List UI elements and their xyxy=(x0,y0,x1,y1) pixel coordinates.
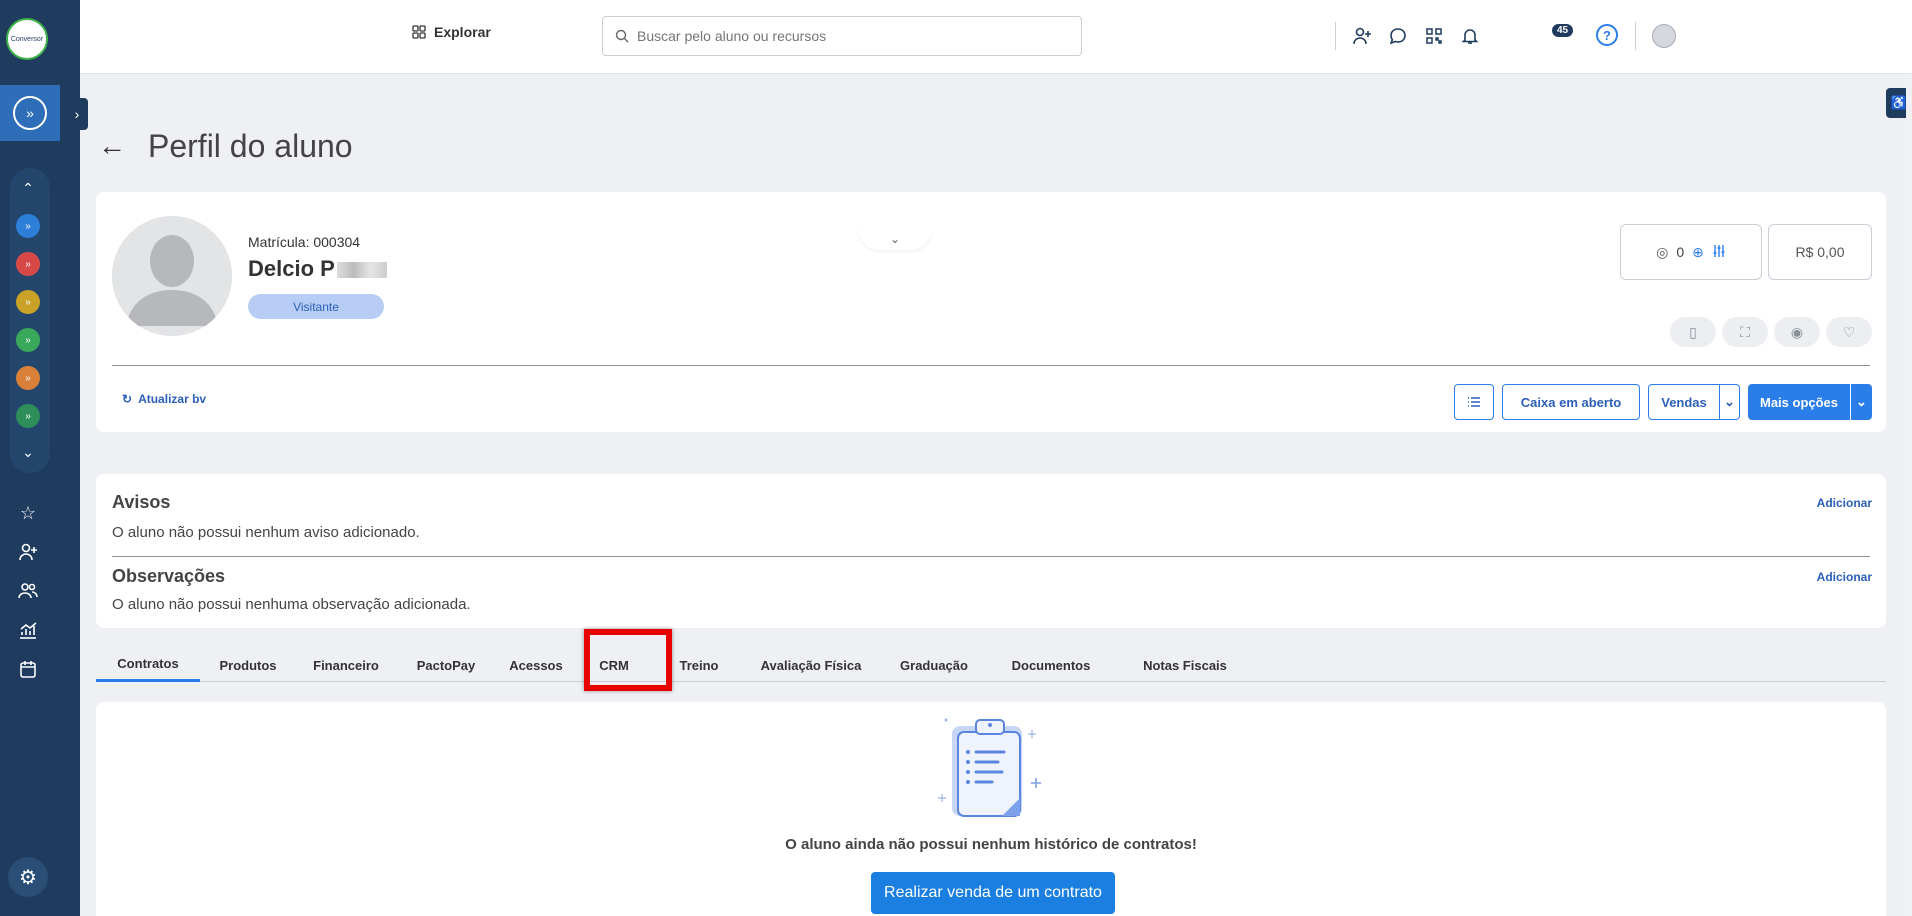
expand-profile-button[interactable]: ⌄ xyxy=(858,228,932,250)
refresh-icon: ↻ xyxy=(122,392,133,406)
tab-notas-fiscais[interactable]: Notas Fiscais xyxy=(1136,648,1234,682)
scrollbar[interactable] xyxy=(1906,74,1912,916)
explore-button[interactable]: Explorar xyxy=(412,24,491,40)
list-icon xyxy=(1468,397,1480,407)
sidebar: Conversor » › ⌃ » » » » » » ⌄ ☆ ⚙ xyxy=(0,0,88,916)
chat-icon[interactable] xyxy=(1384,22,1412,50)
add-user-icon[interactable] xyxy=(1348,22,1376,50)
company-logo[interactable]: Conversor xyxy=(6,18,48,60)
unit-icon-5[interactable]: » xyxy=(16,366,40,390)
add-person-icon[interactable] xyxy=(14,538,42,566)
add-observacao-link[interactable]: Adicionar xyxy=(1817,570,1872,584)
chevron-down-icon: ⌄ xyxy=(1856,394,1867,409)
sidebar-active-module[interactable]: » xyxy=(0,85,60,141)
gear-icon[interactable]: ⚙ xyxy=(8,857,48,897)
star-icon[interactable]: ☆ xyxy=(14,499,42,527)
tab-avaliacao-fisica[interactable]: Avaliação Física xyxy=(752,648,870,682)
chevron-down-icon: ⌄ xyxy=(1724,394,1735,409)
divider xyxy=(1635,22,1636,50)
person-silhouette-icon xyxy=(112,216,232,336)
observacoes-title: Observações xyxy=(112,566,226,586)
unit-icon-4[interactable]: » xyxy=(16,328,40,352)
sell-contract-button[interactable]: Realizar venda de um contrato xyxy=(871,872,1115,914)
refresh-bv-link[interactable]: ↻ Atualizar bv xyxy=(122,392,206,406)
help-label: ? xyxy=(1603,27,1611,43)
balance-box[interactable]: R$ 0,00 xyxy=(1768,224,1872,280)
status-badge: Visitante xyxy=(248,294,384,319)
matricula-number: Matrícula: 000304 xyxy=(248,234,361,250)
blurred-surname xyxy=(336,262,387,279)
tab-produtos[interactable]: Produtos xyxy=(206,648,290,682)
heart-pulse-icon[interactable]: ♡ xyxy=(1826,317,1872,347)
crm-tab-highlight xyxy=(584,629,672,691)
sales-button[interactable]: Vendas xyxy=(1648,384,1720,420)
tab-contratos[interactable]: Contratos xyxy=(96,648,200,682)
more-options-button[interactable]: Mais opções xyxy=(1748,384,1850,420)
explore-label: Explorar xyxy=(434,24,491,40)
chevron-up-icon[interactable]: ⌃ xyxy=(16,180,40,200)
profile-tabs: Contratos Produtos Financeiro PactoPay A… xyxy=(96,648,1886,682)
unit-icon-3[interactable]: » xyxy=(16,290,40,314)
top-bar: Explorar 45 ? xyxy=(80,0,1912,74)
sidebar-expand-button[interactable]: › xyxy=(66,98,88,130)
unit-icon-6[interactable]: » xyxy=(16,404,40,428)
more-options-dropdown-button[interactable]: ⌄ xyxy=(1851,384,1872,420)
list-button[interactable] xyxy=(1454,384,1494,420)
divider xyxy=(1335,22,1336,50)
sliders-icon[interactable] xyxy=(1712,244,1726,261)
page-title: Perfil do aluno xyxy=(148,128,353,164)
empty-contracts-message: O aluno ainda não possui nenhum históric… xyxy=(785,836,1197,853)
door-icon[interactable]: ▯ xyxy=(1670,317,1716,347)
add-circle-icon[interactable]: ⊕ xyxy=(1692,244,1704,261)
tab-graduacao[interactable]: Graduação xyxy=(892,648,976,682)
back-arrow-icon[interactable]: ← xyxy=(98,130,126,162)
divider xyxy=(112,556,1870,557)
search-icon xyxy=(615,29,629,43)
user-avatar[interactable] xyxy=(1652,24,1676,48)
tab-acessos[interactable]: Acessos xyxy=(504,648,568,682)
profile-photo[interactable] xyxy=(112,216,232,336)
points-box: ◎ 0 ⊕ xyxy=(1620,224,1762,280)
qr-code-icon[interactable] xyxy=(1420,22,1448,50)
contracts-panel: O aluno ainda não possui nenhum históric… xyxy=(96,702,1886,916)
fingerprint-icon[interactable]: ◉ xyxy=(1774,317,1820,347)
unit-icon-2[interactable]: » xyxy=(16,252,40,276)
unit-icon-1[interactable]: » xyxy=(16,214,40,238)
points-value: 0 xyxy=(1676,244,1685,260)
chevron-right-icon: › xyxy=(74,106,80,122)
student-name: Delcio P xyxy=(248,256,387,282)
coin-icon: ◎ xyxy=(1656,243,1669,260)
add-aviso-link[interactable]: Adicionar xyxy=(1817,496,1872,510)
tab-financeiro[interactable]: Financeiro xyxy=(304,648,388,682)
avisos-title: Avisos xyxy=(112,492,171,512)
face-scan-icon[interactable]: ⛶ xyxy=(1722,317,1768,347)
pacto-icon: » xyxy=(13,96,47,130)
grid-icon xyxy=(412,25,426,39)
student-name-text: Delcio P xyxy=(248,256,335,281)
profile-card: Matrícula: 000304 Delcio P Visitante ◎ 0… xyxy=(96,192,1886,432)
tab-treino[interactable]: Treino xyxy=(676,648,722,682)
observacoes-empty-text: O aluno não possui nenhuma observação ad… xyxy=(112,596,471,613)
refresh-label: Atualizar bv xyxy=(138,392,207,406)
chevron-down-icon: ⌄ xyxy=(889,232,901,246)
tab-pactopay[interactable]: PactoPay xyxy=(406,648,486,682)
logo-text: Conversor xyxy=(10,35,44,43)
tab-documentos[interactable]: Documentos xyxy=(1006,648,1096,682)
notes-card: Avisos Adicionar O aluno não possui nenh… xyxy=(96,474,1886,628)
calendar-icon[interactable] xyxy=(14,655,42,683)
chart-icon[interactable] xyxy=(14,616,42,644)
search-input[interactable] xyxy=(637,28,1057,44)
notification-badge: 45 xyxy=(1552,24,1574,37)
search-bar[interactable] xyxy=(602,16,1082,56)
avisos-empty-text: O aluno não possui nenhum aviso adiciona… xyxy=(112,524,420,541)
clipboard-illustration-icon xyxy=(938,718,1041,817)
divider xyxy=(112,365,1870,366)
help-icon[interactable]: ? xyxy=(1596,24,1618,46)
bell-icon[interactable] xyxy=(1456,22,1484,50)
people-icon[interactable] xyxy=(14,577,42,605)
open-cash-button[interactable]: Caixa em aberto xyxy=(1502,384,1640,420)
chevron-down-icon[interactable]: ⌄ xyxy=(16,444,40,464)
sales-dropdown-button[interactable]: ⌄ xyxy=(1719,384,1740,420)
